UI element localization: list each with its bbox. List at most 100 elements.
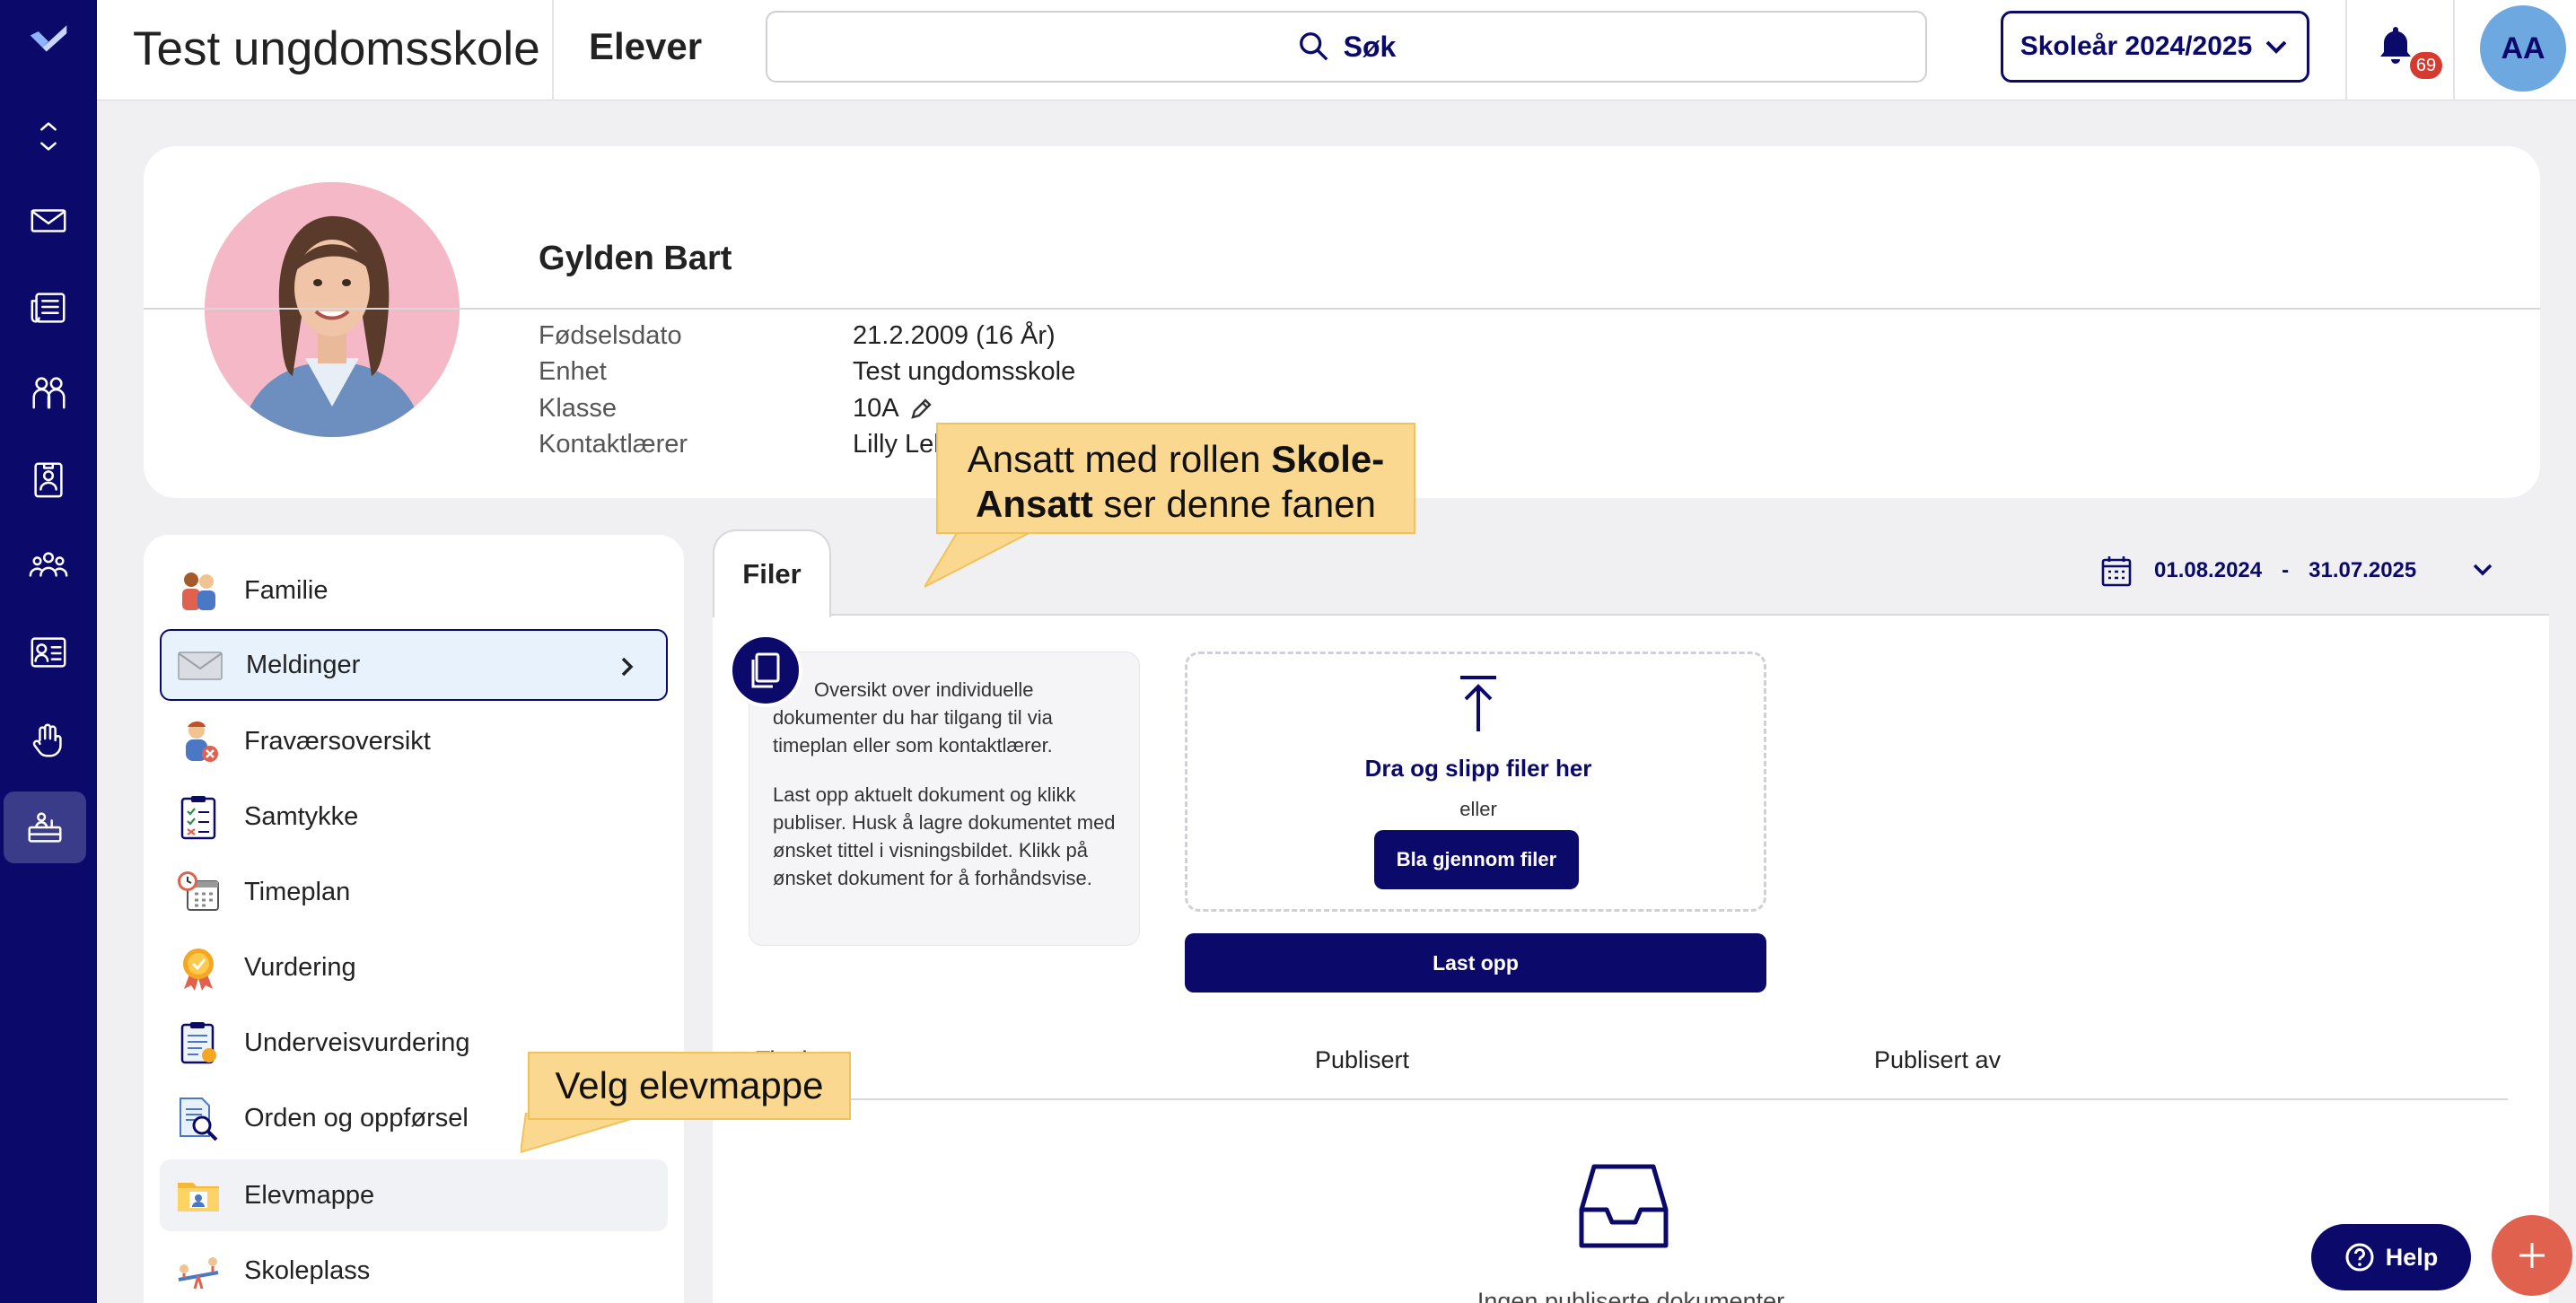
- pencil-edit-icon[interactable]: [908, 397, 933, 422]
- divider: [2345, 0, 2347, 101]
- notification-count-badge: 69: [2410, 52, 2442, 79]
- rating-medal-icon: [172, 941, 224, 993]
- drop-zone-title: Dra og slipp filer her: [1364, 755, 1592, 782]
- expand-collapse-icon[interactable]: [0, 101, 97, 172]
- menu-item-meldinger[interactable]: Meldinger: [160, 629, 668, 701]
- add-button[interactable]: [2492, 1215, 2572, 1296]
- contact-teacher-label: Kontaktlærer: [539, 430, 688, 459]
- menu-item-label: Timeplan: [244, 877, 351, 906]
- menu-item-label: Skoleplass: [244, 1255, 371, 1285]
- menu-item-vurdering[interactable]: Vurdering: [160, 931, 668, 1003]
- search-placeholder: Søk: [1343, 30, 1397, 63]
- upload-button[interactable]: Last opp: [1185, 933, 1766, 993]
- date-to: 31.07.2025: [2309, 558, 2417, 582]
- consent-clipboard-icon: [172, 791, 224, 843]
- info-text: Oversikt over individuelle dokumenter du…: [773, 678, 1053, 756]
- menu-item-label: Elevmappe: [244, 1180, 375, 1210]
- empty-state-text: Ingen publiserte dokumenter: [1476, 1288, 1785, 1303]
- family-icon: [172, 564, 224, 617]
- student-side-menu: Familie Meldinger Fraværsoversikt Samtyk…: [144, 535, 684, 1303]
- menu-item-label: Meldinger: [246, 650, 361, 679]
- plus-icon: [2519, 1243, 2545, 1268]
- browse-files-button[interactable]: Bla gjennom filer: [1374, 830, 1579, 889]
- module-title: Elever: [589, 25, 703, 67]
- contact-teacher-value: Lilly Lek: [853, 430, 947, 459]
- divider: [2453, 0, 2455, 101]
- menu-item-label: Vurdering: [244, 952, 356, 982]
- documents-icon: [729, 634, 802, 707]
- left-navigation-rail: [0, 0, 97, 1303]
- envelope-icon: [174, 639, 226, 691]
- files-panel: Filer 01.08.2024 - 31.07.2025 Oversikt o…: [713, 529, 2549, 1303]
- chevron-down-icon[interactable]: [2468, 555, 2497, 583]
- menu-item-skoleplass[interactable]: Skoleplass: [160, 1235, 668, 1303]
- search-bar[interactable]: Søk: [766, 11, 1927, 83]
- menu-item-label: Underveisvurdering: [244, 1028, 470, 1057]
- news-icon[interactable]: [0, 272, 97, 344]
- tab-filer[interactable]: Filer: [713, 529, 831, 617]
- drop-zone-or: eller: [1459, 798, 1497, 820]
- menu-item-familie[interactable]: Familie: [160, 555, 668, 626]
- date-from: 01.08.2024: [2154, 558, 2263, 582]
- student-photo: [205, 182, 460, 437]
- date-range-selector[interactable]: 01.08.2024 - 31.07.2025: [2098, 553, 2416, 589]
- people-icon[interactable]: [0, 356, 97, 428]
- search-icon: [1299, 32, 1328, 61]
- menu-item-elevmappe[interactable]: Elevmappe: [160, 1159, 668, 1231]
- id-card-icon[interactable]: [0, 617, 97, 688]
- help-label: Help: [2385, 1243, 2439, 1271]
- menu-item-label: Fraværsoversikt: [244, 726, 431, 756]
- tab-visibility-callout: Ansatt med rollen Skole-Ansatt ser denne…: [936, 423, 1415, 534]
- schedule-icon: [172, 866, 224, 918]
- hand-icon[interactable]: [0, 704, 97, 776]
- menu-item-timeplan[interactable]: Timeplan: [160, 856, 668, 928]
- menu-item-samtykke[interactable]: Samtykke: [160, 781, 668, 853]
- calendar-icon: [2101, 556, 2132, 587]
- callout-text: ser denne fanen: [1092, 483, 1376, 525]
- empty-inbox-icon: [1579, 1164, 1669, 1248]
- playground-icon: [172, 1245, 224, 1297]
- top-bar: Test ungdomsskole Elever Søk Skoleår 202…: [97, 0, 2576, 101]
- question-circle-icon: [2345, 1243, 2374, 1272]
- logo-icon[interactable]: [0, 4, 97, 75]
- class-label: Klasse: [539, 394, 618, 423]
- info-text: Last opp aktuelt dokument og klikk publi…: [773, 783, 1116, 889]
- chevron-down-icon: [2265, 40, 2287, 54]
- chevron-right-icon: [621, 657, 634, 677]
- help-button[interactable]: Help: [2311, 1224, 2471, 1290]
- unit-label: Enhet: [539, 357, 607, 386]
- birthdate-label: Fødselsdato: [539, 321, 682, 350]
- desk-icon[interactable]: [4, 791, 86, 863]
- menu-item-label: Orden og oppførsel: [244, 1103, 469, 1132]
- callout-text: Ansatt med rollen: [967, 438, 1272, 480]
- divider: [552, 0, 554, 101]
- unit-value: Test ungdomsskole: [853, 357, 1076, 386]
- upload-arrow-icon: [1460, 676, 1496, 731]
- absence-icon: [172, 715, 224, 767]
- menu-item-label: Samtykke: [244, 801, 359, 831]
- divider: [749, 1098, 2508, 1100]
- tab-label: Filer: [742, 558, 802, 590]
- date-separator: -: [2282, 558, 2290, 582]
- file-drop-zone[interactable]: Dra og slipp filer her eller Bla gjennom…: [1185, 652, 1766, 912]
- user-avatar[interactable]: AA: [2480, 5, 2566, 92]
- column-header-published[interactable]: Publisert: [1315, 1046, 1409, 1074]
- class-value: 10A: [853, 394, 933, 424]
- files-info-box: Oversikt over individuelle dokumenter du…: [749, 652, 1140, 946]
- school-name: Test ungdomsskole: [133, 22, 540, 75]
- column-header-published-by[interactable]: Publisert av: [1874, 1046, 2001, 1074]
- divider: [144, 308, 2540, 310]
- conduct-search-icon: [172, 1092, 224, 1144]
- birthdate-value: 21.2.2009 (16 År): [853, 321, 1056, 350]
- menu-item-fravaersoversikt[interactable]: Fraværsoversikt: [160, 705, 668, 777]
- student-folder-icon: [172, 1169, 224, 1221]
- student-name: Gylden Bart: [539, 240, 732, 277]
- select-student-folder-callout: Velg elevmappe: [528, 1052, 851, 1120]
- group-icon[interactable]: [0, 529, 97, 601]
- contact-card-icon[interactable]: [0, 443, 97, 515]
- school-year-label: Skoleår 2024/2025: [2020, 31, 2253, 61]
- school-year-selector[interactable]: Skoleår 2024/2025: [2001, 11, 2309, 83]
- menu-item-label: Familie: [244, 575, 329, 605]
- assessment-clipboard-icon: [172, 1017, 224, 1069]
- mail-icon[interactable]: [0, 185, 97, 257]
